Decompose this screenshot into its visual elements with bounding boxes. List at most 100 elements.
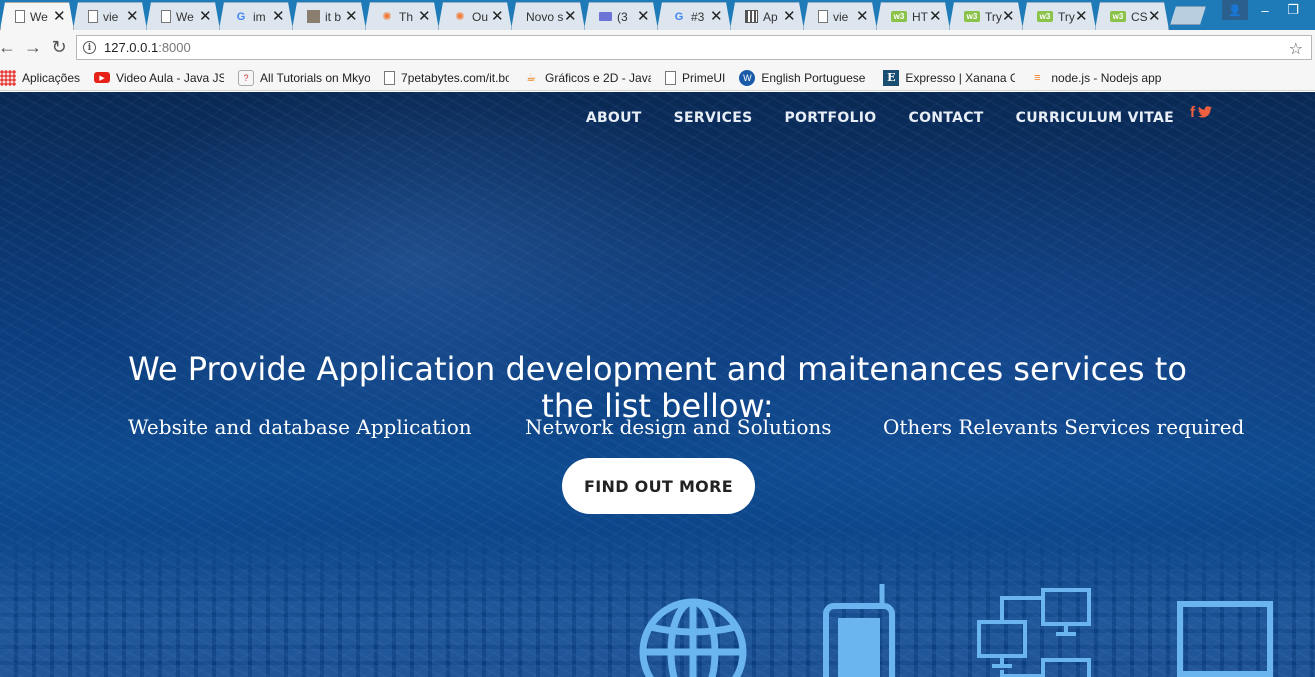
tab-label: We: [176, 9, 194, 24]
address-bar[interactable]: i 127.0.0.1:8000 ☆: [76, 35, 1312, 60]
hero-section: ABOUT SERVICES PORTFOLIO CONTACT CURRICU…: [0, 92, 1315, 677]
bookmark-item[interactable]: PrimeUI: [665, 67, 725, 89]
browser-tab[interactable]: Novo s ✕: [511, 2, 585, 30]
url-port: :8000: [158, 40, 191, 55]
bookmark-item[interactable]: E Expresso | Xanana Gi: [883, 67, 1015, 89]
close-icon[interactable]: ✕: [1148, 11, 1160, 23]
tab-label: HT: [912, 9, 928, 24]
w3schools-icon: w3: [1037, 11, 1053, 22]
close-icon[interactable]: ✕: [783, 11, 795, 23]
document-icon: [818, 10, 828, 23]
browser-tab[interactable]: Gim ✕: [219, 2, 293, 30]
youtube-icon: ▶: [94, 72, 111, 83]
browser-tab[interactable]: We ✕: [146, 2, 220, 30]
browser-tab[interactable]: We ✕: [0, 2, 74, 30]
google-icon: G: [674, 10, 684, 23]
tab-label: it b: [325, 9, 342, 24]
bookmark-label: Aplicações: [22, 70, 81, 85]
page-icon: [665, 70, 677, 85]
new-tab-button[interactable]: [1170, 6, 1206, 25]
info-icon[interactable]: i: [83, 41, 96, 54]
stackoverflow-icon: ≡: [1034, 71, 1041, 84]
bookmark-item[interactable]: ▶ Video Aula - Java JSF: [94, 67, 224, 89]
image-icon: [307, 10, 320, 23]
browser-tab[interactable]: vie ✕: [803, 2, 877, 30]
close-icon[interactable]: ✕: [856, 11, 868, 23]
browser-tab[interactable]: it b ✕: [292, 2, 366, 30]
back-icon[interactable]: ←: [0, 35, 20, 61]
user-profile-icon[interactable]: 👤: [1222, 0, 1248, 20]
browser-tab[interactable]: ✺ Ou ✕: [438, 2, 512, 30]
tab-label: vie: [103, 9, 119, 24]
close-icon[interactable]: ✕: [126, 11, 138, 23]
java-icon: ☕: [526, 72, 536, 84]
mail-icon: [599, 12, 612, 21]
tab-list: We ✕ vie ✕ We ✕ Gim ✕ it b ✕ ✺ Th ✕ ✺ Ou ✕ Novo s…: [0, 2, 1168, 30]
bookmark-label: Gráficos e 2D - Java: [545, 70, 652, 85]
browser-tab[interactable]: vie ✕: [73, 2, 147, 30]
close-icon[interactable]: ✕: [1002, 11, 1014, 23]
browser-tab[interactable]: Ap ✕: [730, 2, 804, 30]
bookmark-item[interactable]: ? All Tutorials on Mkyong: [238, 67, 370, 89]
tab-label: vie: [833, 9, 849, 24]
bookmark-star-icon[interactable]: ☆: [1289, 39, 1303, 59]
close-icon[interactable]: ✕: [1075, 11, 1087, 23]
hubspot-icon: ✺: [455, 11, 465, 23]
close-icon[interactable]: ✕: [418, 11, 430, 23]
bookmark-label: English Portuguese d: [761, 70, 870, 85]
close-icon[interactable]: ✕: [929, 11, 941, 23]
bookmark-label: 7petabytes.com/it.bo: [401, 70, 510, 85]
app-icon: [745, 10, 758, 23]
browser-tab[interactable]: w3 CS ✕: [1095, 2, 1169, 30]
close-icon[interactable]: ✕: [710, 11, 722, 23]
browser-tab-strip: We ✕ vie ✕ We ✕ Gim ✕ it b ✕ ✺ Th ✕ ✺ Ou ✕ Novo s…: [0, 0, 1315, 30]
hubspot-icon: ✺: [382, 11, 392, 23]
mobile-phone-icon: [823, 584, 895, 677]
technology-illustration: [639, 584, 1273, 677]
tab-label: Th: [399, 9, 414, 24]
bookmark-label: Expresso | Xanana Gi: [905, 70, 1016, 85]
bookmarks-bar: Aplicações ▶ Video Aula - Java JSF ? All T…: [0, 65, 1315, 91]
tab-label: CS: [1131, 9, 1148, 24]
close-icon[interactable]: ✕: [637, 11, 649, 23]
bookmark-label: node.js - Nodejs app: [1051, 70, 1162, 85]
bookmark-label: All Tutorials on Mkyong: [260, 70, 370, 85]
close-icon[interactable]: ✕: [272, 11, 284, 23]
close-icon[interactable]: ✕: [199, 11, 211, 23]
close-icon[interactable]: ✕: [564, 11, 576, 23]
bookmark-item[interactable]: 7petabytes.com/it.bo: [384, 67, 509, 89]
network-icon: [977, 588, 1091, 677]
browser-toolbar: ← → ↻ i 127.0.0.1:8000 ☆: [0, 30, 1315, 65]
document-icon: [161, 10, 171, 23]
browser-tab[interactable]: w3 HT ✕: [876, 2, 950, 30]
browser-tab[interactable]: w3 Try ✕: [1022, 2, 1096, 30]
bookmark-item[interactable]: ≡ node.js - Nodejs app: [1029, 67, 1161, 89]
bookmark-item[interactable]: Aplicações: [0, 67, 80, 89]
document-icon: [88, 10, 98, 23]
close-icon[interactable]: ✕: [345, 11, 357, 23]
document-icon: [15, 10, 25, 23]
url-host: 127.0.0.1: [104, 40, 159, 55]
browser-tab[interactable]: G #3 ✕: [657, 2, 731, 30]
tab-label: im: [253, 9, 266, 24]
browser-tab[interactable]: w3 Try ✕: [949, 2, 1023, 30]
bookmark-item[interactable]: W English Portuguese d: [739, 67, 869, 89]
browser-tab[interactable]: ✺ Th ✕: [365, 2, 439, 30]
reload-icon[interactable]: ↻: [46, 35, 72, 61]
browser-tab[interactable]: (3 ✕: [584, 2, 658, 30]
close-icon[interactable]: ✕: [491, 11, 503, 23]
monitor-icon: [1177, 601, 1273, 677]
tab-label: #3: [691, 9, 705, 24]
close-icon[interactable]: ✕: [53, 11, 65, 23]
tab-label: Ap: [763, 9, 778, 24]
bookmark-label: PrimeUI: [682, 70, 726, 85]
expresso-icon: E: [883, 69, 900, 86]
minimize-icon[interactable]: ‒: [1251, 0, 1279, 20]
tab-label: Try: [1058, 9, 1075, 24]
tab-label: Try: [985, 9, 1002, 24]
forward-icon[interactable]: →: [20, 35, 46, 61]
mkyong-icon: ?: [238, 69, 255, 86]
restore-icon[interactable]: ❐: [1279, 0, 1307, 20]
bookmark-item[interactable]: ☕ Gráficos e 2D - Java: [523, 67, 651, 89]
page-icon: [384, 70, 396, 85]
